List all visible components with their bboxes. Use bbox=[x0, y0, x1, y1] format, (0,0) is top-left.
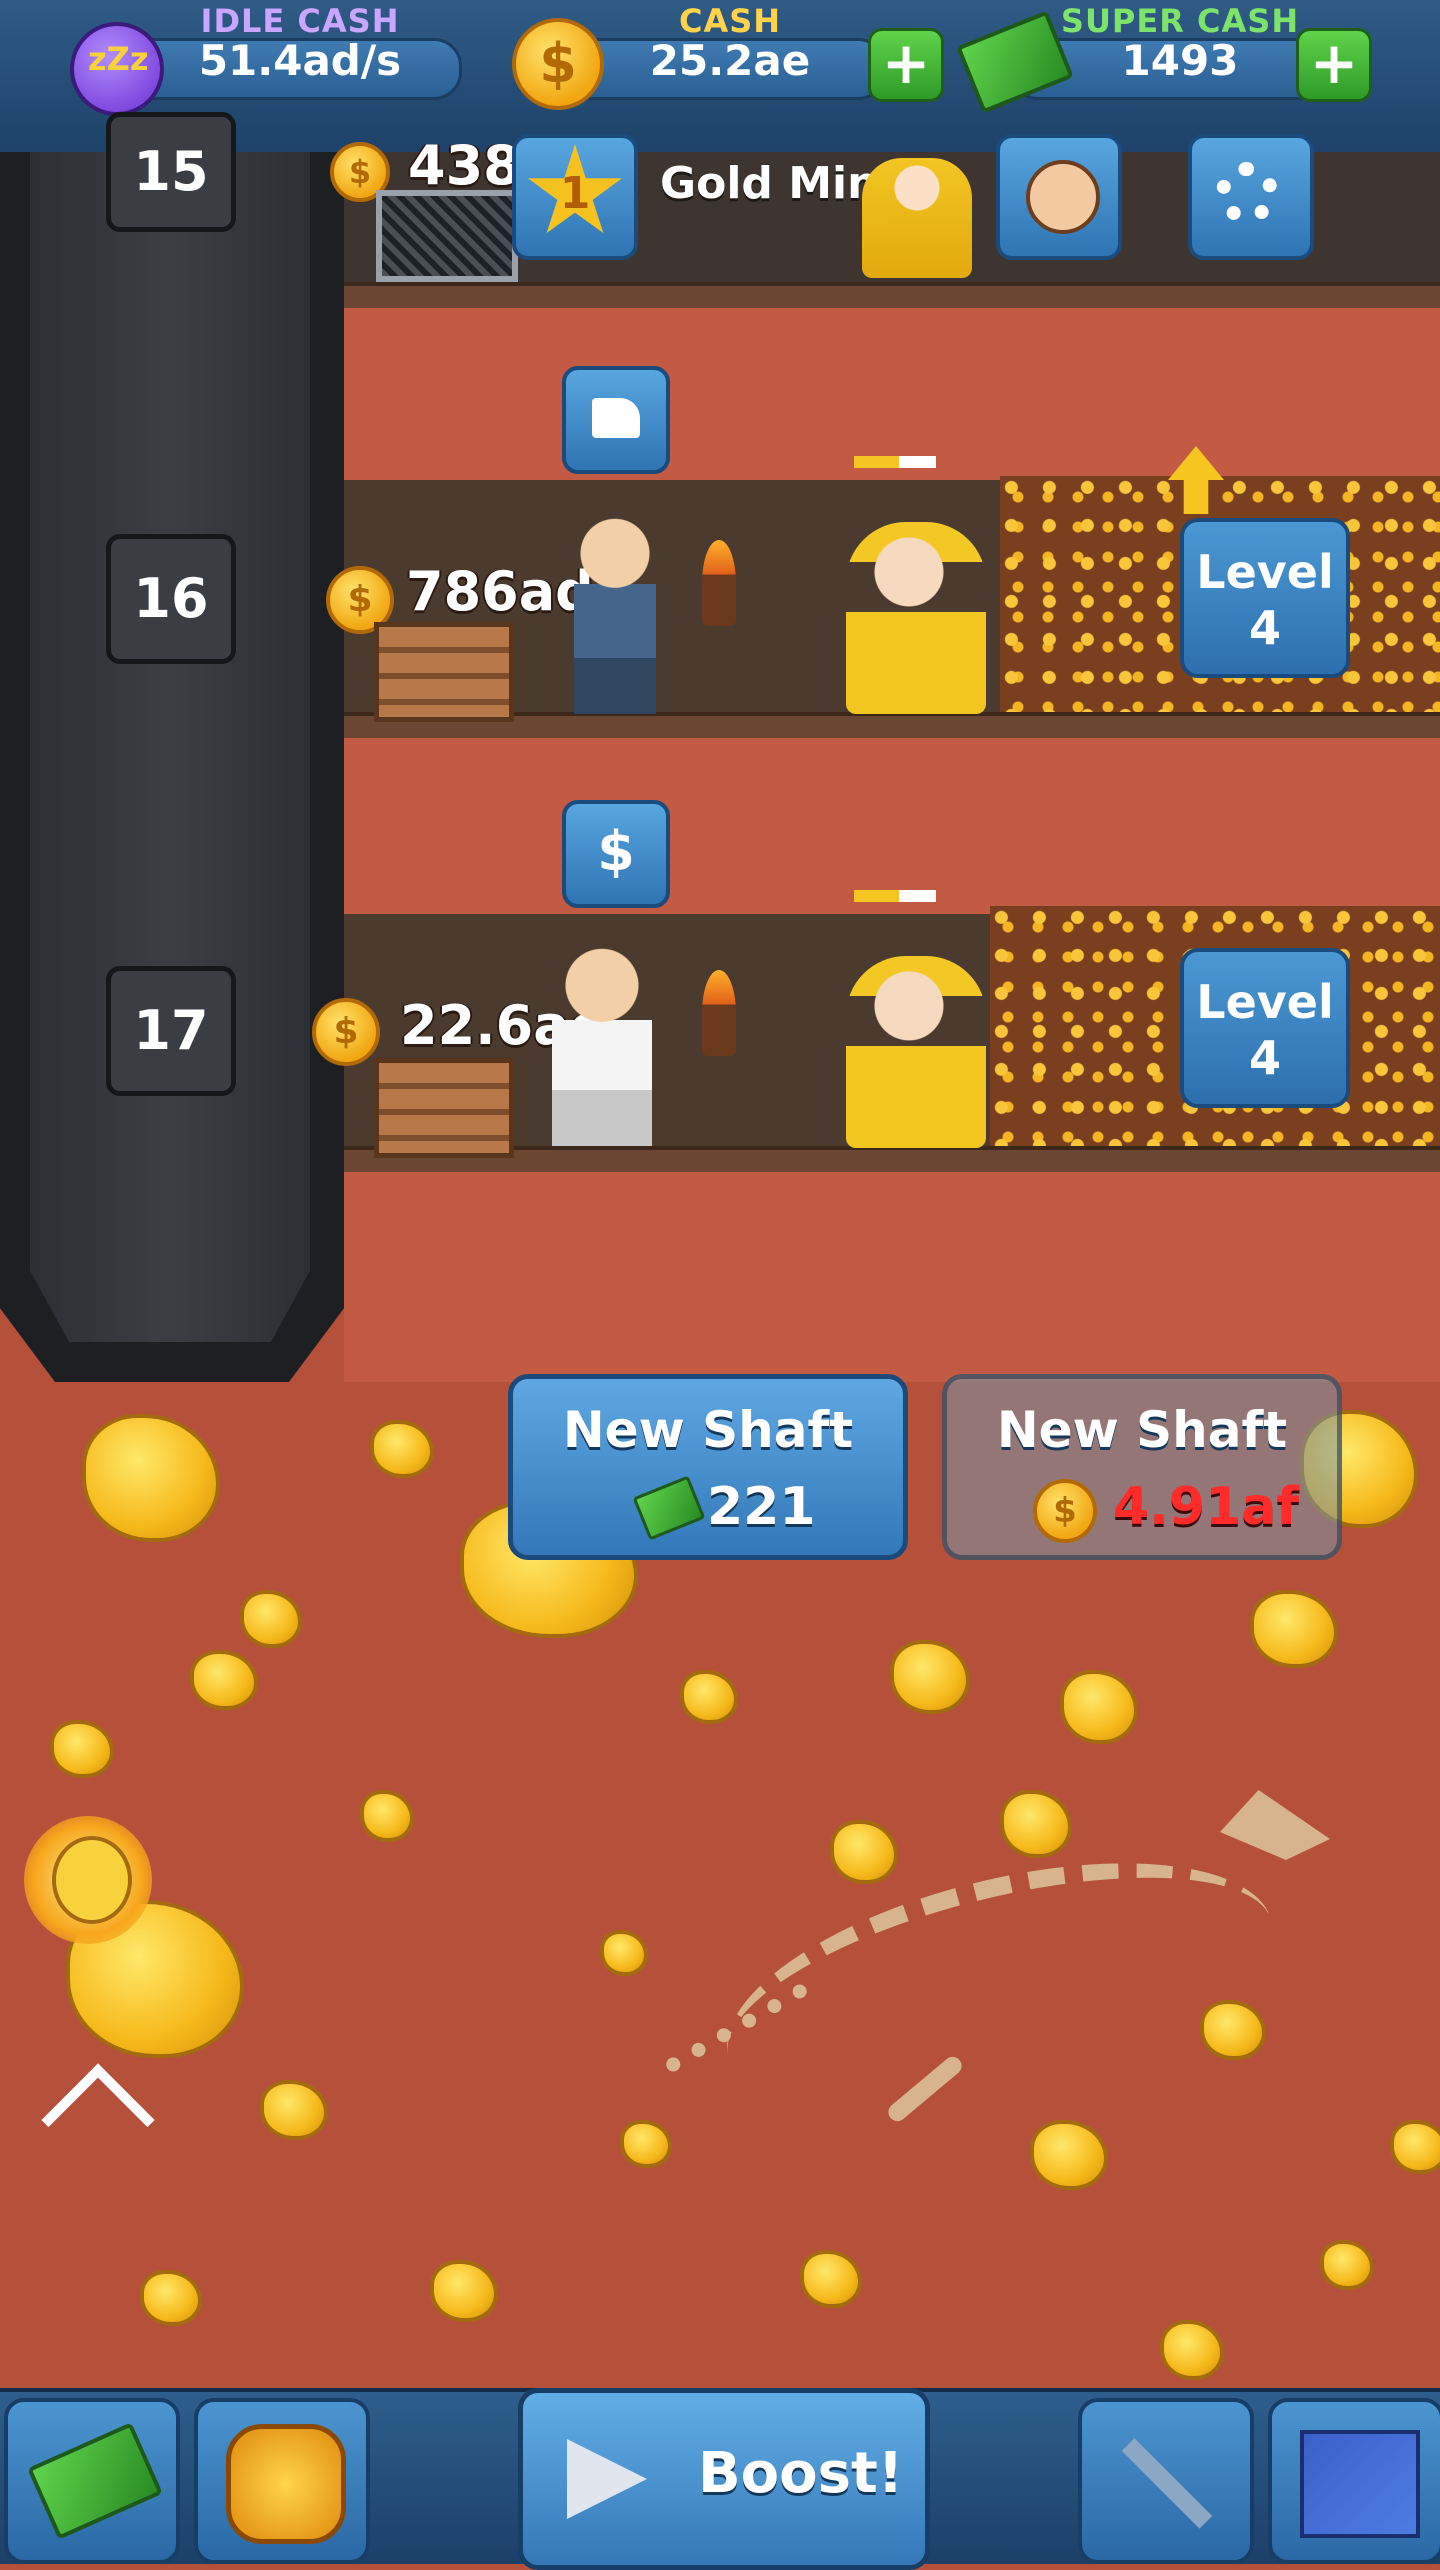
prestige-star-button[interactable]: 1 bbox=[512, 134, 638, 260]
gear-icon bbox=[1216, 162, 1278, 224]
gold-nugget bbox=[1160, 2320, 1224, 2380]
gold-nugget bbox=[240, 1590, 302, 1648]
gold-nugget bbox=[50, 1720, 114, 1778]
shaft-17-sell-button[interactable]: $ bbox=[562, 800, 670, 908]
gold-nugget bbox=[430, 2260, 498, 2322]
gold-nugget bbox=[1060, 1670, 1138, 1744]
gold-nugget bbox=[1390, 2120, 1440, 2174]
boosts-button[interactable] bbox=[194, 2398, 370, 2564]
new-shaft-title: New Shaft bbox=[562, 1401, 854, 1459]
shaft-16-miner bbox=[846, 522, 986, 714]
play-icon bbox=[567, 2439, 647, 2519]
investor-face-icon bbox=[52, 1836, 132, 1924]
cash-coin-icon: $ bbox=[1033, 1479, 1097, 1543]
shaft-17-torch bbox=[702, 970, 736, 1056]
gold-nugget bbox=[370, 1420, 434, 1478]
gold-nugget bbox=[260, 2080, 328, 2140]
prestige-star-level: 1 bbox=[559, 168, 591, 219]
shaft-17-coin-icon: $ bbox=[312, 998, 380, 1066]
pickaxe-icon bbox=[1121, 2438, 1213, 2529]
gold-nugget bbox=[600, 1930, 648, 1976]
new-shaft-cash-button[interactable]: New Shaft $ 4.91af bbox=[942, 1374, 1342, 1560]
new-shaft-cost: 221 bbox=[707, 1477, 816, 1537]
dirt-layer bbox=[344, 152, 1440, 1382]
shaft-17-level-label: Level bbox=[1196, 975, 1334, 1029]
investor-avatar-bubble[interactable] bbox=[24, 1816, 152, 1944]
shaft-16-level-label: Level bbox=[1196, 545, 1334, 599]
cash-label: CASH bbox=[678, 2, 782, 40]
gold-nugget bbox=[82, 1414, 220, 1542]
shaft-16-boost-button[interactable] bbox=[562, 366, 670, 474]
managers-button[interactable] bbox=[996, 134, 1122, 260]
gold-nugget bbox=[830, 1820, 898, 1884]
shop-button[interactable] bbox=[4, 2398, 180, 2564]
super-cash-value: 1493 bbox=[1121, 36, 1239, 85]
shaft-17-level-button[interactable]: Level 4 bbox=[1180, 948, 1350, 1108]
idle-cash-value: 51.4ad/s bbox=[198, 36, 402, 85]
shaft-17-manager bbox=[552, 940, 652, 1146]
shaft-15-grate bbox=[376, 190, 518, 282]
shaft-17-progress bbox=[854, 890, 936, 902]
gold-nugget bbox=[800, 2250, 862, 2308]
shaft-16-torch bbox=[702, 540, 736, 626]
gold-nugget bbox=[1250, 1590, 1338, 1668]
settings-button[interactable] bbox=[1188, 134, 1314, 260]
map-button[interactable] bbox=[1268, 2398, 1440, 2564]
add-cash-button[interactable]: + bbox=[868, 28, 944, 102]
gold-nugget bbox=[1000, 1790, 1072, 1858]
shaft-17-level-value: 4 bbox=[1248, 1031, 1281, 1085]
boost-button[interactable]: Boost! bbox=[518, 2388, 930, 2570]
gold-nugget bbox=[1030, 2120, 1108, 2190]
floor-tag-16: 16 bbox=[106, 534, 236, 664]
gold-nugget bbox=[680, 1670, 738, 1724]
floor-tag-15: 15 bbox=[106, 112, 236, 232]
shaft-16-crate bbox=[374, 622, 514, 722]
shaft-16-cash: 786ad bbox=[406, 560, 594, 623]
shaft-17-miner bbox=[846, 956, 986, 1148]
world-map-icon bbox=[1300, 2430, 1420, 2538]
hand-icon bbox=[592, 398, 640, 438]
super-cash-icon bbox=[632, 1475, 706, 1541]
scroll-up-chevron-icon[interactable] bbox=[41, 2063, 155, 2177]
gold-nugget bbox=[360, 1790, 414, 1842]
shaft-16-level-value: 4 bbox=[1248, 601, 1281, 655]
gold-nugget bbox=[140, 2270, 202, 2326]
cash-value: 25.2ae bbox=[649, 36, 811, 85]
new-shaft-super-cash-button[interactable]: New Shaft 221 bbox=[508, 1374, 908, 1560]
floor-tag-17: 17 bbox=[106, 966, 236, 1096]
idle-cash-label: IDLE CASH bbox=[200, 2, 400, 40]
shaft-16-manager bbox=[574, 508, 656, 714]
lightning-coin-icon bbox=[226, 2424, 346, 2544]
boost-label: Boost! bbox=[698, 2441, 904, 2506]
manager-face-icon bbox=[1026, 160, 1100, 234]
elevator-track bbox=[30, 152, 310, 1342]
shaft-16-level-button[interactable]: Level 4 bbox=[1180, 518, 1350, 678]
super-cash-label: SUPER CASH bbox=[1060, 2, 1300, 40]
gold-nugget bbox=[890, 1640, 970, 1714]
gold-nugget bbox=[190, 1650, 258, 1710]
gold-nugget bbox=[620, 2120, 672, 2168]
gold-nugget bbox=[1320, 2240, 1374, 2290]
add-super-cash-button[interactable]: + bbox=[1296, 28, 1372, 102]
shaft-17-crate bbox=[374, 1058, 514, 1158]
new-shaft-title: New Shaft bbox=[996, 1401, 1288, 1459]
dinosaur-fossil-skull bbox=[1220, 1790, 1330, 1860]
shaft-15-miner bbox=[862, 158, 972, 278]
new-shaft-cost: 4.91af bbox=[1113, 1477, 1300, 1537]
shaft-16-progress bbox=[854, 456, 936, 468]
shaft-15-cash: 438 bbox=[408, 134, 521, 197]
shaft-15-floor bbox=[344, 282, 1440, 308]
research-button[interactable] bbox=[1078, 2398, 1254, 2564]
cash-stack-icon bbox=[27, 2422, 163, 2540]
